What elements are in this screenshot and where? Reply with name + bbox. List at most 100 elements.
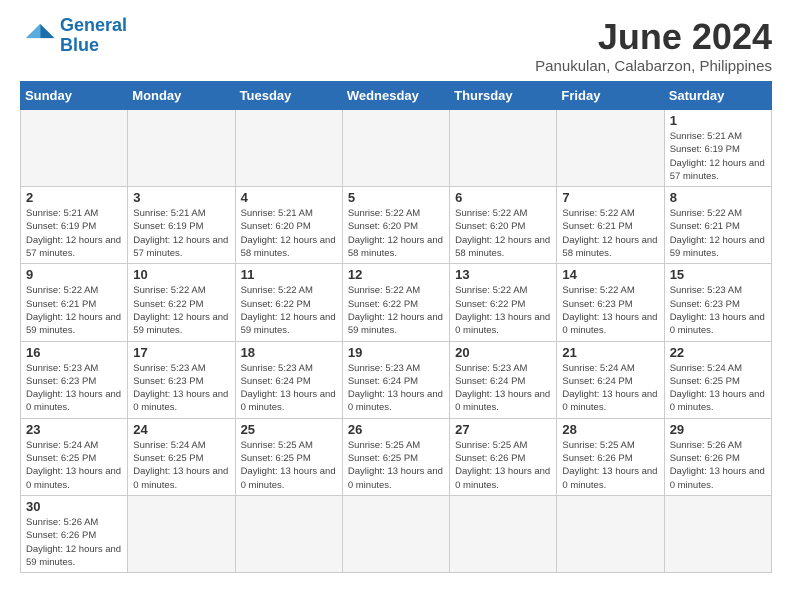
calendar-cell	[557, 495, 664, 572]
day-info: Sunrise: 5:22 AM Sunset: 6:22 PM Dayligh…	[133, 284, 229, 337]
day-number: 4	[241, 190, 337, 205]
calendar-cell: 15Sunrise: 5:23 AM Sunset: 6:23 PM Dayli…	[664, 264, 771, 341]
calendar-cell: 26 Sunrise: 5:25 AM Sunset: 6:25 PM Dayli…	[342, 418, 449, 495]
weekday-header-friday: Friday	[557, 82, 664, 110]
day-number: 27	[455, 422, 551, 437]
day-info: Sunrise: 5:25 AM Sunset: 6:25 PM Dayligh…	[241, 439, 337, 492]
calendar-cell	[450, 495, 557, 572]
calendar-cell: 23Sunrise: 5:24 AM Sunset: 6:25 PM Dayli…	[21, 418, 128, 495]
day-info: Sunrise: 5:24 AM Sunset: 6:25 PM Dayligh…	[133, 439, 229, 492]
calendar-cell: 13 Sunrise: 5:22 AM Sunset: 6:22 PM Dayli…	[450, 264, 557, 341]
calendar-cell	[342, 110, 449, 187]
calendar-cell	[450, 110, 557, 187]
calendar-cell: 12 Sunrise: 5:22 AM Sunset: 6:22 PM Dayli…	[342, 264, 449, 341]
logo-icon	[20, 18, 56, 54]
day-number: 10	[133, 267, 229, 282]
calendar-cell	[128, 495, 235, 572]
weekday-header-monday: Monday	[128, 82, 235, 110]
day-number: 30	[26, 499, 122, 514]
day-info: Sunrise: 5:23 AM Sunset: 6:23 PM Dayligh…	[26, 362, 122, 415]
logo-line1: General	[60, 15, 127, 35]
logo-line2: Blue	[60, 35, 99, 55]
calendar-cell: 22 Sunrise: 5:24 AM Sunset: 6:25 PM Dayli…	[664, 341, 771, 418]
calendar-cell	[664, 495, 771, 572]
day-info: Sunrise: 5:26 AM Sunset: 6:26 PM Dayligh…	[670, 439, 766, 492]
day-number: 28	[562, 422, 658, 437]
weekday-header-tuesday: Tuesday	[235, 82, 342, 110]
header: General Blue June 2024 Panukulan, Calaba…	[20, 16, 772, 75]
calendar-cell: 20 Sunrise: 5:23 AM Sunset: 6:24 PM Dayli…	[450, 341, 557, 418]
day-number: 20	[455, 345, 551, 360]
calendar-cell: 28 Sunrise: 5:25 AM Sunset: 6:26 PM Dayli…	[557, 418, 664, 495]
day-info: Sunrise: 5:25 AM Sunset: 6:26 PM Dayligh…	[562, 439, 658, 492]
day-info: Sunrise: 5:22 AM Sunset: 6:23 PM Dayligh…	[562, 284, 658, 337]
calendar-cell	[128, 110, 235, 187]
day-info: Sunrise: 5:24 AM Sunset: 6:25 PM Dayligh…	[670, 362, 766, 415]
day-info: Sunrise: 5:24 AM Sunset: 6:25 PM Dayligh…	[26, 439, 122, 492]
calendar-cell: 27 Sunrise: 5:25 AM Sunset: 6:26 PM Dayli…	[450, 418, 557, 495]
calendar-cell: 6Sunrise: 5:22 AM Sunset: 6:20 PM Daylig…	[450, 187, 557, 264]
day-number: 8	[670, 190, 766, 205]
day-number: 5	[348, 190, 444, 205]
day-number: 16	[26, 345, 122, 360]
weekday-header-saturday: Saturday	[664, 82, 771, 110]
day-info: Sunrise: 5:23 AM Sunset: 6:23 PM Dayligh…	[133, 362, 229, 415]
day-number: 22	[670, 345, 766, 360]
week-row-5: 30 Sunrise: 5:26 AM Sunset: 6:26 PM Dayli…	[21, 495, 772, 572]
week-row-3: 16 Sunrise: 5:23 AM Sunset: 6:23 PM Dayli…	[21, 341, 772, 418]
week-row-2: 9 Sunrise: 5:22 AM Sunset: 6:21 PM Daylig…	[21, 264, 772, 341]
day-number: 26	[348, 422, 444, 437]
week-row-1: 2 Sunrise: 5:21 AM Sunset: 6:19 PM Daylig…	[21, 187, 772, 264]
calendar-cell: 18Sunrise: 5:23 AM Sunset: 6:24 PM Dayli…	[235, 341, 342, 418]
day-info: Sunrise: 5:22 AM Sunset: 6:21 PM Dayligh…	[26, 284, 122, 337]
weekday-header-row: SundayMondayTuesdayWednesdayThursdayFrid…	[21, 82, 772, 110]
calendar-cell: 17Sunrise: 5:23 AM Sunset: 6:23 PM Dayli…	[128, 341, 235, 418]
day-info: Sunrise: 5:22 AM Sunset: 6:22 PM Dayligh…	[348, 284, 444, 337]
calendar-cell	[235, 495, 342, 572]
day-number: 9	[26, 267, 122, 282]
day-info: Sunrise: 5:22 AM Sunset: 6:22 PM Dayligh…	[241, 284, 337, 337]
day-number: 18	[241, 345, 337, 360]
day-info: Sunrise: 5:21 AM Sunset: 6:19 PM Dayligh…	[670, 130, 766, 183]
day-info: Sunrise: 5:23 AM Sunset: 6:24 PM Dayligh…	[455, 362, 551, 415]
calendar-cell: 9 Sunrise: 5:22 AM Sunset: 6:21 PM Daylig…	[21, 264, 128, 341]
calendar-cell: 5Sunrise: 5:22 AM Sunset: 6:20 PM Daylig…	[342, 187, 449, 264]
day-number: 11	[241, 267, 337, 282]
day-info: Sunrise: 5:21 AM Sunset: 6:19 PM Dayligh…	[133, 207, 229, 260]
day-number: 19	[348, 345, 444, 360]
day-info: Sunrise: 5:22 AM Sunset: 6:22 PM Dayligh…	[455, 284, 551, 337]
week-row-4: 23Sunrise: 5:24 AM Sunset: 6:25 PM Dayli…	[21, 418, 772, 495]
calendar-cell: 30 Sunrise: 5:26 AM Sunset: 6:26 PM Dayli…	[21, 495, 128, 572]
day-number: 7	[562, 190, 658, 205]
calendar-cell: 19Sunrise: 5:23 AM Sunset: 6:24 PM Dayli…	[342, 341, 449, 418]
day-number: 12	[348, 267, 444, 282]
calendar-cell: 16 Sunrise: 5:23 AM Sunset: 6:23 PM Dayli…	[21, 341, 128, 418]
calendar-cell: 24 Sunrise: 5:24 AM Sunset: 6:25 PM Dayli…	[128, 418, 235, 495]
day-info: Sunrise: 5:21 AM Sunset: 6:20 PM Dayligh…	[241, 207, 337, 260]
day-number: 2	[26, 190, 122, 205]
calendar-cell	[557, 110, 664, 187]
day-info: Sunrise: 5:26 AM Sunset: 6:26 PM Dayligh…	[26, 516, 122, 569]
calendar-cell	[235, 110, 342, 187]
calendar-cell	[342, 495, 449, 572]
day-number: 14	[562, 267, 658, 282]
calendar-cell: 21Sunrise: 5:24 AM Sunset: 6:24 PM Dayli…	[557, 341, 664, 418]
day-info: Sunrise: 5:25 AM Sunset: 6:25 PM Dayligh…	[348, 439, 444, 492]
day-number: 24	[133, 422, 229, 437]
logo-text: General Blue	[60, 16, 127, 56]
calendar-cell: 7Sunrise: 5:22 AM Sunset: 6:21 PM Daylig…	[557, 187, 664, 264]
week-row-0: 1 Sunrise: 5:21 AM Sunset: 6:19 PM Daylig…	[21, 110, 772, 187]
calendar-cell: 8Sunrise: 5:22 AM Sunset: 6:21 PM Daylig…	[664, 187, 771, 264]
day-number: 13	[455, 267, 551, 282]
calendar-cell: 25Sunrise: 5:25 AM Sunset: 6:25 PM Dayli…	[235, 418, 342, 495]
calendar-cell: 29Sunrise: 5:26 AM Sunset: 6:26 PM Dayli…	[664, 418, 771, 495]
calendar-cell: 2Sunrise: 5:21 AM Sunset: 6:19 PM Daylig…	[21, 187, 128, 264]
weekday-header-thursday: Thursday	[450, 82, 557, 110]
calendar-cell: 14 Sunrise: 5:22 AM Sunset: 6:23 PM Dayli…	[557, 264, 664, 341]
day-number: 1	[670, 113, 766, 128]
calendar-cell: 3 Sunrise: 5:21 AM Sunset: 6:19 PM Daylig…	[128, 187, 235, 264]
day-number: 6	[455, 190, 551, 205]
day-number: 3	[133, 190, 229, 205]
day-info: Sunrise: 5:25 AM Sunset: 6:26 PM Dayligh…	[455, 439, 551, 492]
title-block: June 2024 Panukulan, Calabarzon, Philipp…	[535, 16, 772, 75]
